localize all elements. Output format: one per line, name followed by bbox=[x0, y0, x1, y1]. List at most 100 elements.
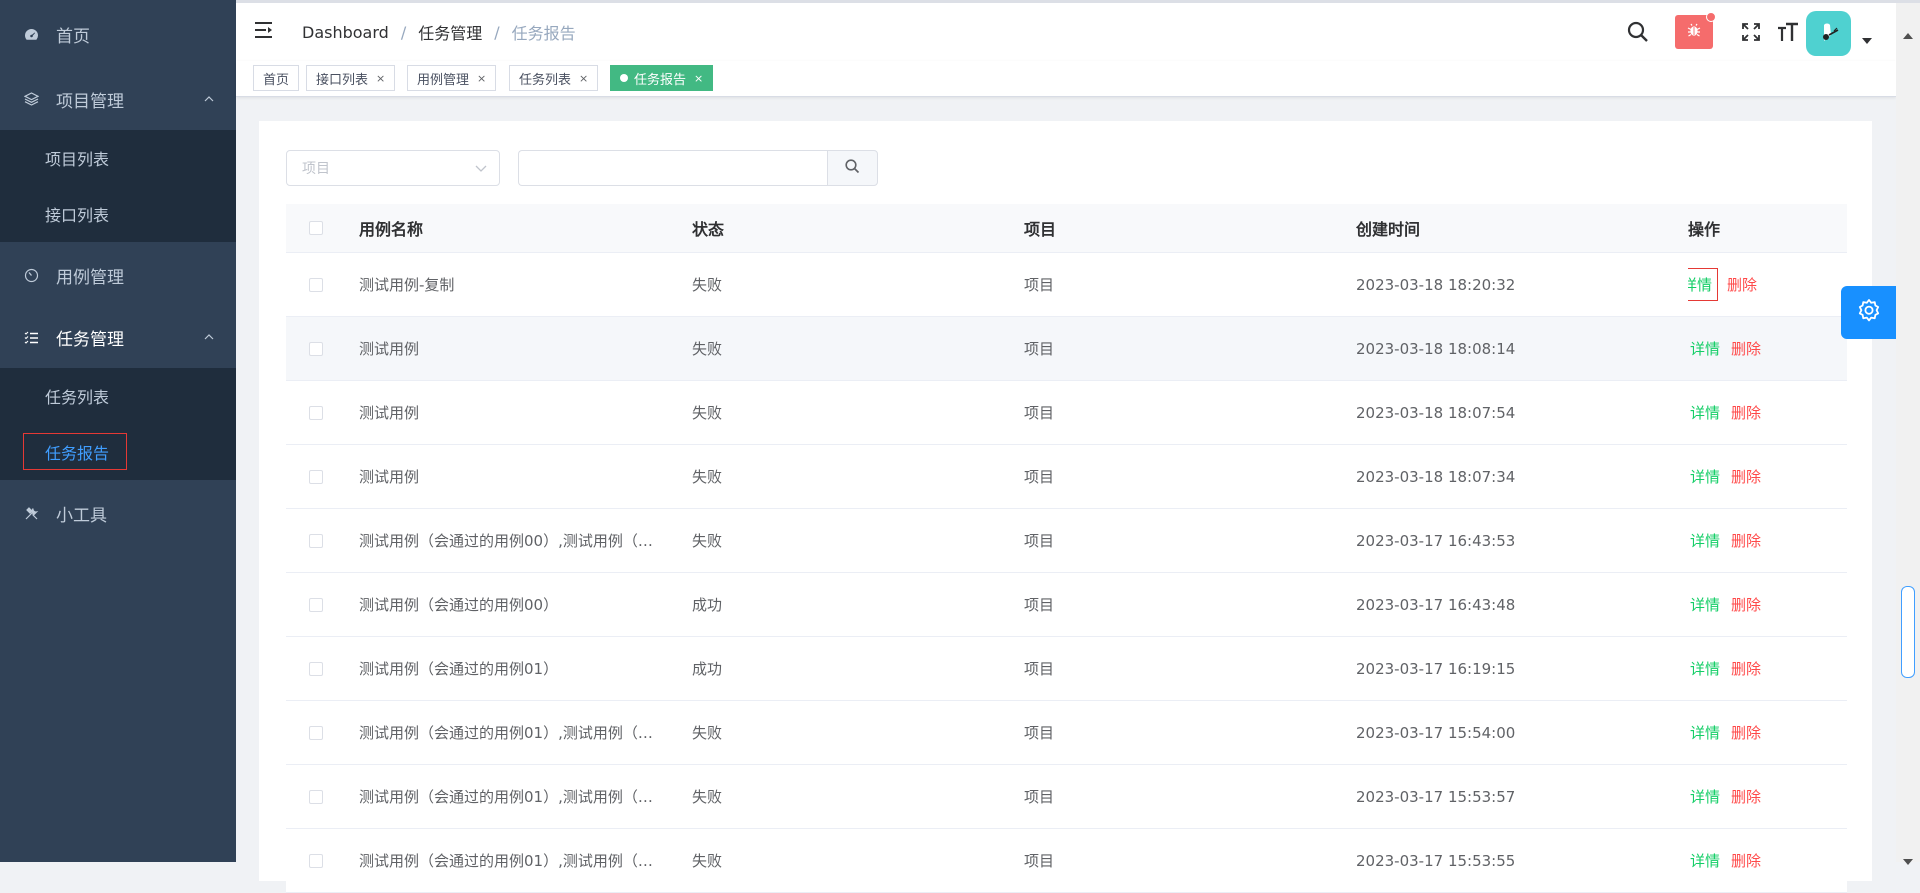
table-row: 测试用例（会通过的用例00） 成功 项目 2023-03-17 16:43:48… bbox=[286, 573, 1847, 637]
case-name: 测试用例（会通过的用例01）,测试用例（… bbox=[359, 724, 653, 742]
checkbox-cell bbox=[309, 445, 325, 508]
tag-task-list[interactable]: 任务列表 × bbox=[509, 65, 599, 91]
scroll-down-icon[interactable] bbox=[1903, 850, 1913, 869]
detail-button[interactable]: 详情 bbox=[1688, 268, 1719, 301]
row-checkbox[interactable] bbox=[309, 725, 323, 740]
tag-label: 任务报告 bbox=[634, 72, 687, 88]
search-icon bbox=[845, 158, 860, 178]
close-icon[interactable]: × bbox=[579, 72, 588, 85]
project-select[interactable]: 项目 bbox=[286, 150, 500, 186]
close-icon[interactable]: × bbox=[376, 72, 385, 85]
header-status: 状态 bbox=[692, 220, 725, 239]
cell-project: 项目 bbox=[1024, 468, 1055, 486]
delete-button[interactable]: 删除 bbox=[1731, 402, 1761, 423]
sidebar-item-home[interactable]: 首页 bbox=[0, 3, 236, 65]
row-checkbox[interactable] bbox=[309, 341, 323, 356]
delete-button[interactable]: 删除 bbox=[1731, 658, 1761, 679]
sidebar-item-project-list[interactable]: 项目列表 bbox=[0, 130, 236, 186]
row-checkbox[interactable] bbox=[309, 533, 323, 548]
table-row: 测试用例（会通过的用例01） 成功 项目 2023-03-17 16:19:15… bbox=[286, 637, 1847, 701]
checkbox-cell bbox=[309, 509, 325, 572]
cell-created: 2023-03-17 15:54:00 bbox=[1356, 723, 1516, 742]
tag-api-list[interactable]: 接口列表 × bbox=[306, 65, 396, 91]
delete-button[interactable]: 删除 bbox=[1731, 722, 1761, 743]
settings-button[interactable] bbox=[1841, 286, 1896, 339]
row-checkbox[interactable] bbox=[309, 853, 323, 868]
table-row: 测试用例 失败 项目 2023-03-18 18:07:54 详情 删除 bbox=[286, 381, 1847, 445]
detail-button[interactable]: 详情 bbox=[1688, 402, 1722, 423]
sidebar-item-project-management[interactable]: 项目管理 bbox=[0, 68, 236, 130]
avatar[interactable] bbox=[1806, 11, 1851, 56]
cell-ops: 详情 删除 bbox=[1688, 509, 1838, 572]
table-header: 用例名称 状态 项目 创建时间 操作 bbox=[286, 204, 1847, 253]
row-checkbox[interactable] bbox=[309, 661, 323, 676]
cell-name: 测试用例（会通过的用例00） bbox=[359, 573, 675, 636]
navbar: Dashboard / 任务管理 / 任务报告 bbox=[236, 3, 1896, 61]
detail-button[interactable]: 详情 bbox=[1688, 338, 1722, 359]
sidebar-item-label: 任务列表 bbox=[45, 388, 110, 407]
chevron-up-icon bbox=[204, 68, 214, 130]
checkbox-cell bbox=[309, 637, 325, 700]
delete-button[interactable]: 删除 bbox=[1731, 594, 1761, 615]
sidebar-item-label: 接口列表 bbox=[45, 206, 110, 225]
sidebar-item-task-management[interactable]: 任务管理 bbox=[0, 306, 236, 368]
close-icon[interactable]: × bbox=[694, 72, 703, 85]
sidebar-item-label: 用例管理 bbox=[56, 267, 124, 288]
detail-button[interactable]: 详情 bbox=[1688, 786, 1722, 807]
breadcrumb-dashboard[interactable]: Dashboard bbox=[302, 23, 389, 42]
breadcrumb-task-management[interactable]: 任务管理 bbox=[418, 20, 482, 44]
cell-status: 失败 bbox=[692, 788, 723, 806]
scrollbar[interactable] bbox=[1896, 3, 1920, 862]
caret-down-icon[interactable] bbox=[1861, 37, 1873, 45]
cell-created: 2023-03-18 18:07:34 bbox=[1356, 467, 1516, 486]
delete-button[interactable]: 删除 bbox=[1731, 530, 1761, 551]
select-all-checkbox[interactable] bbox=[309, 221, 323, 235]
search-input[interactable] bbox=[518, 150, 828, 186]
sidebar-item-tools[interactable]: 小工具 bbox=[0, 482, 236, 544]
sidebar-item-api-list[interactable]: 接口列表 bbox=[0, 186, 236, 242]
error-log-button[interactable] bbox=[1675, 12, 1716, 49]
row-checkbox[interactable] bbox=[309, 405, 323, 420]
search-icon[interactable] bbox=[1626, 20, 1650, 44]
tag-task-report[interactable]: 任务报告 × bbox=[610, 65, 714, 91]
hamburger-icon[interactable] bbox=[254, 21, 274, 39]
row-checkbox[interactable] bbox=[309, 597, 323, 612]
close-icon[interactable]: × bbox=[477, 72, 486, 85]
tag-case-management[interactable]: 用例管理 × bbox=[407, 65, 497, 91]
row-checkbox[interactable] bbox=[309, 789, 323, 804]
detail-button[interactable]: 详情 bbox=[1688, 594, 1722, 615]
sidebar-item-case-management[interactable]: 用例管理 bbox=[0, 244, 236, 306]
detail-button[interactable]: 详情 bbox=[1688, 466, 1722, 487]
delete-button[interactable]: 删除 bbox=[1731, 466, 1761, 487]
fullscreen-icon[interactable] bbox=[1739, 20, 1763, 44]
cell-created: 2023-03-17 16:43:53 bbox=[1356, 531, 1516, 550]
delete-button[interactable]: 删除 bbox=[1731, 786, 1761, 807]
sidebar-item-label: 首页 bbox=[56, 26, 90, 47]
detail-button[interactable]: 详情 bbox=[1688, 658, 1722, 679]
bug-icon bbox=[1686, 22, 1702, 42]
cell-project: 项目 bbox=[1024, 660, 1055, 678]
tag-home[interactable]: 首页 bbox=[253, 65, 300, 91]
scroll-up-icon[interactable] bbox=[1903, 24, 1913, 43]
header-created: 创建时间 bbox=[1356, 220, 1421, 239]
project-select-placeholder: 项目 bbox=[302, 161, 330, 177]
cell-ops: 详情 删除 bbox=[1688, 573, 1838, 636]
detail-button[interactable]: 详情 bbox=[1688, 850, 1722, 871]
delete-button[interactable]: 删除 bbox=[1731, 338, 1761, 359]
detail-button[interactable]: 详情 bbox=[1688, 722, 1722, 743]
delete-button[interactable]: 删除 bbox=[1731, 850, 1761, 871]
detail-button[interactable]: 详情 bbox=[1688, 530, 1722, 551]
cell-created: 2023-03-17 16:19:15 bbox=[1356, 659, 1516, 678]
checkbox-cell bbox=[309, 765, 325, 828]
scrollbar-thumb[interactable] bbox=[1901, 586, 1915, 678]
row-checkbox[interactable] bbox=[309, 469, 323, 484]
font-size-icon[interactable] bbox=[1776, 20, 1800, 44]
search-button[interactable] bbox=[827, 150, 878, 186]
breadcrumb-separator: / bbox=[400, 22, 407, 42]
row-checkbox[interactable] bbox=[309, 277, 323, 292]
case-name: 测试用例 bbox=[359, 340, 420, 358]
sidebar-item-task-list[interactable]: 任务列表 bbox=[0, 368, 236, 424]
case-name: 测试用例（会通过的用例01）,测试用例（… bbox=[359, 788, 653, 806]
delete-button[interactable]: 删除 bbox=[1727, 274, 1757, 295]
cell-name: 测试用例（会通过的用例01）,测试用例（… bbox=[359, 765, 675, 828]
